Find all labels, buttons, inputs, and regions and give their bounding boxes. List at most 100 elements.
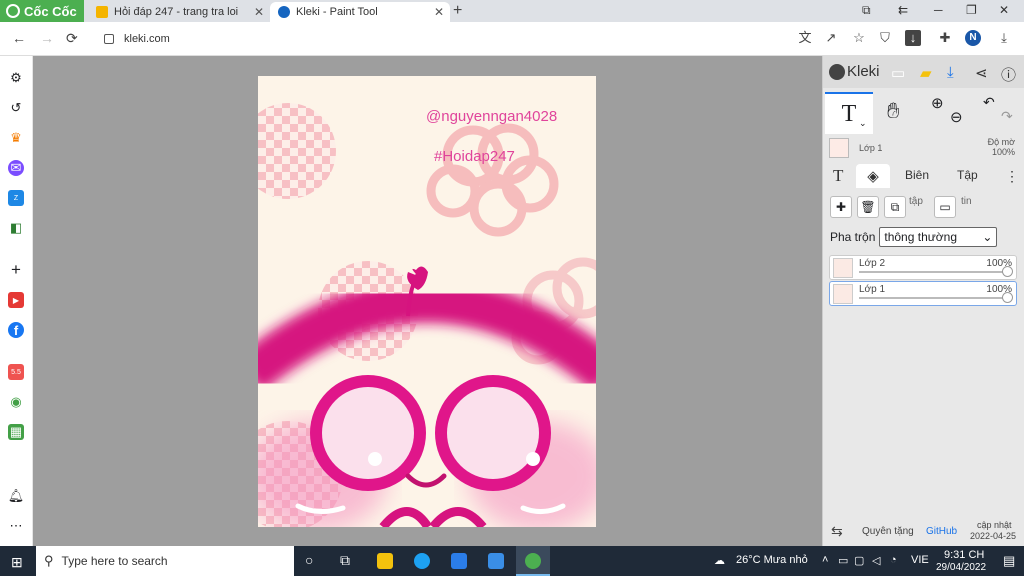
more-options-icon[interactable]: ⋮ (1005, 168, 1019, 185)
shop-icon[interactable]: 5.5 (8, 364, 24, 380)
left-eye-highlight (368, 452, 382, 466)
save-download-icon[interactable]: ⤓ (947, 64, 954, 81)
donate-link[interactable]: Quyên tặng (862, 526, 914, 537)
sheets-icon[interactable]: ▦ (8, 424, 24, 440)
tab-kleki[interactable]: Kleki - Paint Tool ✕ (270, 2, 450, 22)
kleki-logo[interactable]: Kleki (829, 63, 880, 80)
crown-icon[interactable]: ♛ (8, 130, 24, 146)
kleki-workspace: @nguyenngan4028 #Hoidap247 (33, 56, 822, 546)
download-icon[interactable]: ↓ (905, 30, 921, 46)
layer-thumbnail (833, 284, 853, 304)
facebook-icon[interactable]: f (8, 322, 24, 338)
store-icon[interactable] (451, 553, 467, 569)
history-icon[interactable]: ↺ (8, 100, 24, 116)
clock-date[interactable]: 29/04/2022 (936, 562, 986, 573)
close-window-button[interactable]: ✕ (999, 3, 1009, 17)
battery-icon[interactable]: ▭ (838, 554, 848, 567)
zalo-icon[interactable]: Z (8, 190, 24, 206)
tab-hoidap[interactable]: Hỏi đáp 247 - trang tra loi ✕ (88, 2, 270, 22)
swap-side-icon[interactable]: ⇆ (831, 523, 843, 540)
url-field[interactable]: kleki.com (94, 27, 794, 51)
back-tabs-icon[interactable]: ⇇ (898, 3, 908, 17)
coccoc-taskbar-button[interactable] (516, 546, 550, 576)
more-icon[interactable]: ⋯ (8, 518, 24, 534)
language-indicator[interactable]: VIE (911, 554, 929, 566)
volume-icon[interactable]: ◁ (872, 554, 880, 567)
open-folder-icon[interactable]: ▰ (920, 64, 932, 82)
windows-start-icon[interactable]: ⊞ (11, 554, 23, 571)
translate-icon[interactable]: 文 (797, 30, 813, 46)
bookmark-star-icon[interactable]: ☆ (851, 30, 867, 46)
layer-row-2[interactable]: Lớp 2 100% (829, 255, 1017, 280)
downloads-icon[interactable]: ⤓ (996, 30, 1012, 46)
minimize-button[interactable]: ─ (934, 3, 943, 17)
close-tab-icon[interactable]: ✕ (434, 5, 444, 19)
taskbar-search[interactable]: ⚲ Type here to search (36, 546, 294, 576)
tab-layers[interactable]: ◈ (856, 164, 890, 188)
layer-row-1[interactable]: Lớp 1 100% (829, 281, 1017, 306)
tab-text-settings[interactable]: T (833, 166, 843, 186)
search-placeholder: Type here to search (61, 554, 168, 568)
wifi-icon[interactable]: ◔ (890, 554, 897, 566)
address-bar-row: ← → ⟳ kleki.com 文 ↗ ☆ ⛉ ↓ ✚ N ⤓ (0, 22, 1024, 56)
blend-mode-select[interactable]: thông thường ⌄ (879, 227, 998, 247)
duplicate-layer-button[interactable]: ⧉ (884, 196, 906, 218)
reload-icon[interactable]: ⟳ (66, 30, 78, 47)
game-icon[interactable]: ◧ (8, 220, 24, 236)
undo-icon[interactable]: ↶ (983, 94, 995, 111)
github-link[interactable]: GitHub (926, 526, 957, 537)
rename-layer-button[interactable]: ▭ (934, 196, 956, 218)
active-layer-info: Lớp 1 Độ mờ 100% (823, 134, 1024, 164)
opacity-label: Độ mờ (987, 137, 1015, 147)
network-icon[interactable]: ▢ (854, 554, 864, 567)
updated-label: cập nhật (977, 520, 1012, 530)
help-icon[interactable]: ⓘ (1001, 64, 1016, 85)
file-explorer-icon[interactable] (377, 553, 393, 569)
add-layer-button[interactable]: ✚ (830, 196, 852, 218)
hand-tool-icon[interactable]: ✋︎ (887, 98, 900, 124)
layer-opacity-slider[interactable] (859, 297, 1007, 299)
new-tab-button[interactable]: + (453, 2, 462, 20)
messenger-icon[interactable]: ✉ (8, 160, 24, 176)
back-icon[interactable]: ← (12, 30, 26, 46)
extensions-icon[interactable]: ✚ (937, 30, 953, 46)
share-icon[interactable]: ↗ (823, 30, 839, 46)
weather-text[interactable]: 26°C Mưa nhỏ (736, 554, 808, 566)
layer-opacity-slider[interactable] (859, 271, 1007, 273)
opacity-value: 100% (991, 147, 1015, 157)
profile-avatar[interactable]: N (965, 30, 981, 46)
tool-dropdown-chevron-icon[interactable]: ⌄ (859, 118, 867, 129)
share-icon[interactable]: ⋖ (975, 64, 988, 82)
cortana-icon[interactable]: ○ (305, 552, 313, 568)
redo-icon[interactable]: ↷ (1001, 108, 1013, 125)
shield-icon[interactable]: ⛉ (877, 30, 893, 46)
edge-icon[interactable] (414, 553, 430, 569)
search-tabs-icon[interactable]: ⧉ (862, 3, 871, 18)
layer-opacity-knob[interactable] (1002, 292, 1013, 303)
delete-layer-button[interactable]: 🗑︎ (857, 196, 879, 218)
add-icon[interactable]: + (8, 260, 24, 279)
youtube-icon[interactable]: ▶ (8, 292, 24, 308)
close-tab-icon[interactable]: ✕ (254, 5, 264, 19)
forward-icon[interactable]: → (40, 30, 54, 46)
settings-icon[interactable]: ⚙ (8, 70, 24, 86)
bell-icon[interactable]: 🔔︎ (8, 488, 25, 504)
maps-icon[interactable]: ◉ (8, 394, 24, 410)
restore-button[interactable]: ❐ (966, 3, 977, 17)
notification-icon[interactable]: ▤ (1003, 553, 1015, 569)
drawing-canvas[interactable]: @nguyenngan4028 #Hoidap247 (258, 76, 596, 527)
weather-icon[interactable]: ☁ (714, 554, 725, 567)
smile (405, 473, 447, 488)
canvas-artwork (258, 103, 596, 527)
zoom-out-icon[interactable]: ⊖ (950, 108, 963, 126)
zoom-in-icon[interactable]: ⊕ (931, 94, 944, 112)
clock-time[interactable]: 9:31 CH (944, 549, 984, 561)
tab-file[interactable]: Tập (957, 168, 978, 182)
mail-icon[interactable] (488, 553, 504, 569)
task-view-icon[interactable]: ⧉ (340, 552, 350, 569)
tab-edit[interactable]: Biên (905, 168, 929, 182)
tray-chevron-icon[interactable]: ˄ (822, 554, 828, 566)
new-image-icon[interactable]: ▭ (891, 64, 905, 82)
layer-opacity-knob[interactable] (1002, 266, 1013, 277)
coccoc-brand[interactable]: Cốc Cốc (0, 0, 84, 22)
